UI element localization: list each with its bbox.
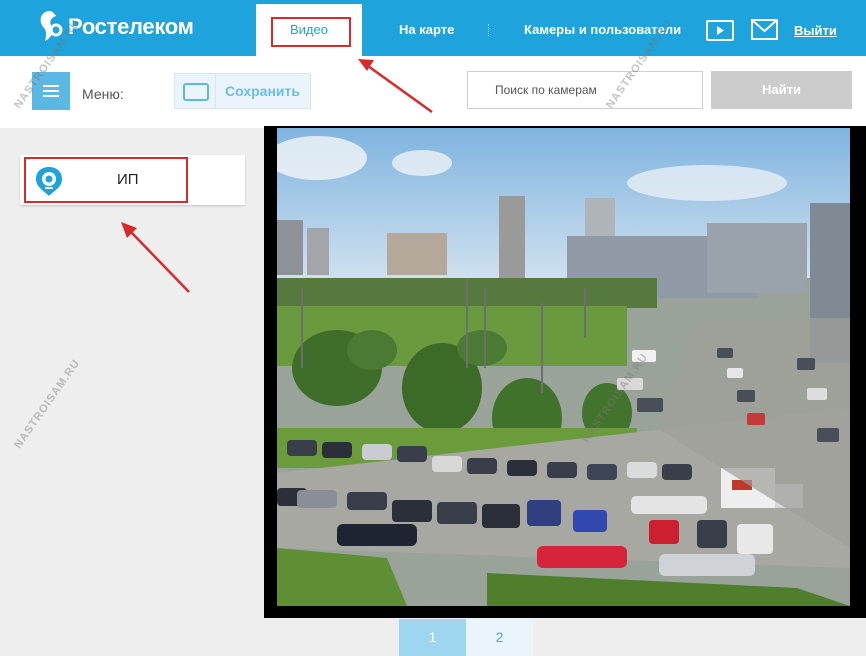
search-button[interactable]: Найти — [711, 71, 852, 109]
save-layout-button[interactable]: Сохранить — [174, 73, 311, 109]
camera-search-input[interactable] — [467, 71, 703, 109]
play-icon[interactable] — [706, 20, 734, 41]
camera-video-frame — [277, 128, 850, 606]
watermark: NASTROISAM.RU — [12, 357, 83, 451]
toolbar: Меню: Сохранить Найти — [0, 56, 866, 128]
page-1-button[interactable]: 1 — [399, 619, 466, 656]
logout-link[interactable]: Выйти — [794, 23, 837, 38]
save-label: Сохранить — [225, 83, 300, 99]
page-2-button[interactable]: 2 — [466, 619, 533, 656]
app-window: Ростелеком Видео На карте Камеры и польз… — [0, 0, 866, 656]
mail-icon[interactable] — [751, 19, 778, 40]
nav-divider — [488, 24, 489, 36]
save-layout-icon — [183, 83, 209, 101]
tab-map[interactable]: На карте — [399, 22, 454, 37]
camera-highlight — [24, 157, 188, 203]
top-bar: Ростелеком Видео На карте Камеры и польз… — [0, 0, 866, 56]
save-divider — [215, 74, 216, 108]
menu-label: Меню: — [82, 86, 124, 102]
video-player[interactable] — [264, 126, 866, 618]
brand-name: Ростелеком — [68, 14, 194, 39]
video-tab-highlight — [271, 17, 351, 47]
